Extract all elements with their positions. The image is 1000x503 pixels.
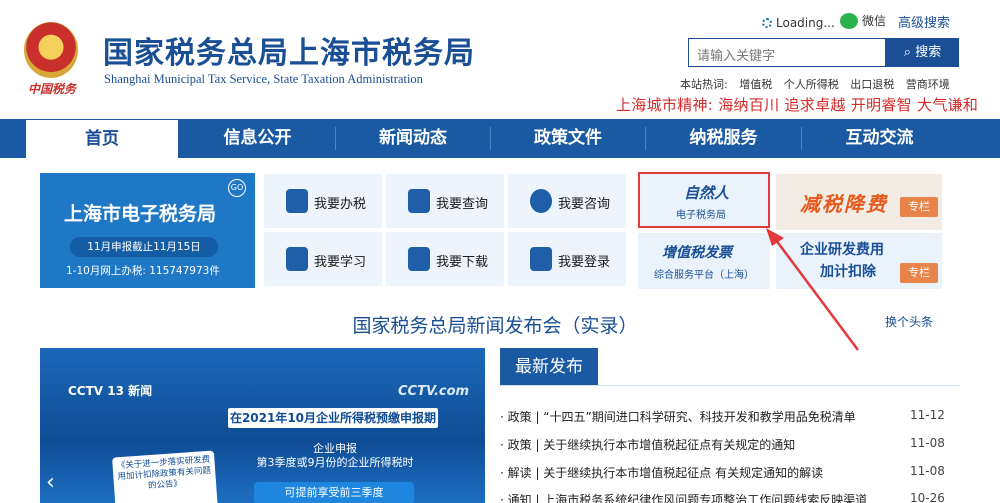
news-date: 10-26 [910,491,945,503]
hot-word-link[interactable]: 个人所得税 [784,78,839,91]
service-label: 我要咨询 [558,197,611,212]
nav-home[interactable]: 首页 [25,119,179,158]
news-item[interactable]: · 政策 | “十四五”期间进口科学研究、科技开发和教学用品免税清单 11-12 [500,408,960,434]
search-input[interactable]: 请输入关键字 [688,38,886,67]
e-tax-bureau-panel[interactable]: GO 上海市电子税务局 11月申报截止11月15日 1-10月网上办税: 115… [40,173,255,288]
vat-title: 增值税发票 [662,245,732,261]
loading-indicator: Loading... [762,16,835,30]
search-button[interactable]: ⌕ 搜索 [886,38,959,67]
service-file-tax[interactable]: 我要办税 [263,173,383,229]
hot-word-link[interactable]: 增值税 [739,78,772,91]
headline-title[interactable]: 国家税务总局新闻发布会（实录） [250,311,740,338]
spinner-icon [762,18,772,28]
nav-news[interactable]: 新闻动态 [336,119,490,158]
go-icon[interactable]: GO [228,179,246,197]
column-tag: 专栏 [900,263,938,283]
service-label: 我要办税 [314,197,367,212]
news-date: 11-08 [910,464,945,478]
site-subtitle: Shanghai Municipal Tax Service, State Ta… [104,72,423,86]
news-date: 11-08 [910,436,945,450]
city-spirit-text: 上海城市精神: 海纳百川 追求卓越 开明睿智 大气谦和 [616,96,979,114]
news-item[interactable]: · 通知 | 上海市税务系统纪律作风问题专项整治工作问题线索反映渠道 10-26 [500,491,960,503]
advanced-search-link[interactable]: 高级搜索 [898,12,950,31]
natural-person-sub: 电子税务局 [676,210,726,221]
natural-person-title: 自然人 [684,184,730,202]
vat-invoice-tile[interactable]: 增值税发票 综合服务平台（上海） [638,233,770,289]
document-icon [286,189,308,213]
video-pill: 可提前享受前三季度 [254,482,414,503]
service-login[interactable]: 我要登录 [507,231,627,287]
news-item[interactable]: · 政策 | 关于继续执行本市增值税起征点有关规定的通知 11-08 [500,436,960,462]
download-icon [408,247,430,271]
nav-policy-docs[interactable]: 政策文件 [491,119,645,158]
news-item[interactable]: · 解读 | 关于继续执行本市增值税起征点 有关规定通知的解读 11-08 [500,464,960,490]
news-title: · 解读 | 关于继续执行本市增值税起征点 有关规定通知的解读 [500,466,824,480]
search-icon: ⌕ [903,45,912,60]
headset-icon [530,189,552,213]
service-download[interactable]: 我要下载 [385,231,505,287]
nav-info-disclosure[interactable]: 信息公开 [180,119,335,158]
wechat-link[interactable]: 微信 [840,12,886,29]
hot-word-link[interactable]: 出口退税 [850,78,894,91]
news-video-player[interactable]: CCTV 13 新闻 CCTV.com 在2021年10月企业所得税预缴申报期 … [40,348,485,503]
column-tag: 专栏 [900,197,938,217]
search-button-label: 搜索 [915,45,942,60]
video-line2: 第3季度或9月份的企业所得税时 [256,456,414,469]
service-label: 我要下载 [436,255,489,270]
nav-tax-service[interactable]: 纳税服务 [646,119,801,158]
tax-cut-tile[interactable]: 减税降费 专栏 [776,174,942,230]
latest-releases-tab[interactable]: 最新发布 [500,348,598,386]
cctv13-logo: CCTV 13 新闻 [68,384,153,398]
hot-word-link[interactable]: 营商环境 [906,78,950,91]
loading-text: Loading... [776,16,835,30]
video-document-card: 《关于进一步落实研发费用加计扣除政策有关问题的公告》 [112,450,218,503]
hot-words: 本站热词: 增值税 个人所得税 出口退税 营商环境 [680,76,958,92]
news-title: · 政策 | “十四五”期间进口科学研究、科技开发和教学用品免税清单 [500,410,856,424]
wechat-icon [840,13,858,29]
video-line1: 企业申报 [313,442,357,455]
site-title[interactable]: 国家税务总局上海市税务局 [103,28,475,72]
natural-person-etax-tile[interactable]: 自然人 电子税务局 [638,172,770,228]
service-query[interactable]: 我要查询 [385,173,505,229]
e-tax-title: 上海市电子税务局 [64,203,217,225]
deadline-badge: 11月申报截止11月15日 [70,237,218,257]
annotation-arrow-icon [766,228,860,351]
cctv-com-logo: CCTV.com [398,384,470,399]
query-icon [408,189,430,213]
service-consult[interactable]: 我要咨询 [507,173,627,229]
nav-interaction[interactable]: 互动交流 [802,119,957,158]
online-count: 1-10月网上办税: 115747973件 [66,265,220,277]
video-text-block: 企业申报 第3季度或9月份的企业所得税时 [250,442,420,470]
wechat-label: 微信 [862,14,887,28]
news-date: 11-12 [910,408,945,422]
service-learn[interactable]: 我要学习 [263,231,383,287]
news-title: · 政策 | 关于继续执行本市增值税起征点有关规定的通知 [500,438,796,452]
swap-headline-link[interactable]: 换个头条 [885,313,933,330]
tax-emblem-logo[interactable] [24,22,78,78]
tax-cut-title: 减税降费 [800,192,888,216]
news-title: · 通知 | 上海市税务系统纪律作风问题专项整治工作问题线索反映渠道 [500,493,868,503]
hot-words-label: 本站热词: [680,78,728,91]
service-label: 我要登录 [558,255,611,270]
book-icon [286,247,308,271]
divider [500,385,960,386]
emblem-text: 中国税务 [27,82,76,96]
service-label: 我要学习 [314,255,367,270]
video-banner: 在2021年10月企业所得税预缴申报期 [228,408,438,428]
service-label: 我要查询 [436,197,489,212]
vat-sub: 综合服务平台（上海） [654,270,754,281]
user-icon [530,247,552,271]
main-nav: 首页 信息公开 新闻动态 政策文件 纳税服务 互动交流 [0,119,1000,158]
chevron-left-icon[interactable]: ‹ [46,472,68,494]
